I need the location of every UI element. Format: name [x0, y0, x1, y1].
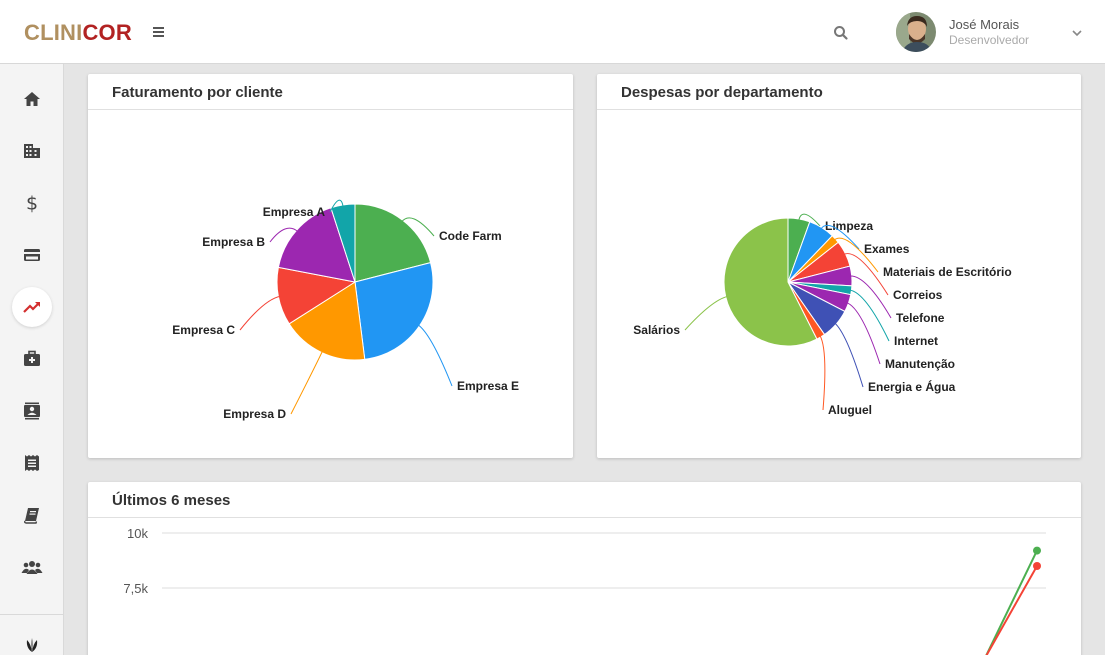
pie-leader-salarios — [684, 295, 728, 331]
despesas-card: Despesas por departamento Limpeza Exames M… — [597, 74, 1081, 458]
dollar-icon: $ — [26, 193, 38, 213]
card-title: Faturamento por cliente — [88, 74, 573, 110]
sidebar: $ — [0, 64, 64, 655]
medical-kit-icon — [24, 350, 40, 366]
sidebar-item-finance[interactable]: $ — [12, 183, 52, 223]
pie-leader-empresa-e — [417, 324, 453, 387]
top-bar: CLINICOR José Morais Desenvolvedor — [0, 0, 1105, 64]
building-icon — [24, 144, 40, 158]
pie-leader-empresa-d — [290, 350, 324, 415]
ultimos-meses-line-chart: 10k 7,5k — [123, 526, 1046, 655]
sidebar-item-plant[interactable] — [12, 625, 52, 655]
pie-label-empresa-e: Empresa E — [457, 379, 519, 393]
contacts-icon — [24, 402, 40, 420]
receipt-icon — [25, 455, 39, 471]
logo[interactable]: CLINICOR — [24, 20, 132, 46]
ultimos-meses-card: Últimos 6 meses 10k 7,5k — [88, 482, 1081, 655]
pie-label-manutencao: Manutenção — [885, 357, 955, 371]
pie-label-empresa-a: Empresa A — [263, 205, 326, 219]
book-icon — [23, 508, 39, 524]
pie-label-code-farm: Code Farm — [439, 229, 502, 243]
sidebar-item-contacts[interactable] — [12, 391, 52, 431]
sidebar-item-payments[interactable] — [12, 235, 52, 275]
sidebar-item-medical[interactable] — [12, 339, 52, 379]
faturamento-card: Faturamento por cliente Code Farm Empresa… — [88, 74, 573, 458]
series-point-0[interactable] — [1033, 546, 1041, 555]
svg-text:$: $ — [26, 193, 38, 213]
sidebar-item-reports[interactable] — [12, 287, 52, 327]
despesas-pie-chart: LimpezaExamesMateriais de EscritórioCorr… — [633, 213, 1012, 417]
pie-leader-telefone — [849, 275, 892, 319]
y-tick-label: 10k — [127, 526, 148, 541]
pie-label-salarios: Salários — [633, 323, 680, 337]
series-point-1[interactable] — [1033, 562, 1041, 570]
credit-card-icon — [24, 249, 40, 261]
home-icon — [24, 92, 40, 106]
pie-label-aluguel: Aluguel — [828, 403, 872, 417]
user-name[interactable]: José Morais — [949, 17, 1019, 32]
sidebar-item-home[interactable] — [12, 79, 52, 119]
sidebar-item-receipts[interactable] — [12, 443, 52, 483]
pie-label-empresa-d: Empresa D — [223, 407, 286, 421]
pie-label-empresa-b: Empresa B — [202, 235, 265, 249]
sidebar-divider — [0, 614, 64, 615]
chevron-down-icon[interactable] — [1070, 26, 1084, 40]
plant-icon — [26, 638, 38, 652]
pie-leader-manutencao — [846, 302, 881, 365]
group-icon — [21, 561, 43, 574]
pie-label-exames: Exames — [864, 242, 910, 256]
series-line-0 — [985, 550, 1038, 655]
pie-label-correios: Correios — [893, 288, 943, 302]
trending-up-icon — [23, 302, 40, 313]
pie-label-telefone: Telefone — [896, 311, 945, 325]
search-icon[interactable] — [832, 24, 850, 42]
pie-leader-internet — [849, 289, 890, 342]
pie-leader-aluguel — [819, 334, 826, 411]
y-tick-label: 7,5k — [123, 581, 148, 596]
sidebar-item-building[interactable] — [12, 131, 52, 171]
pie-leader-empresa-c — [239, 295, 281, 331]
logo-part1: CLINI — [24, 20, 83, 45]
pie-label-empresa-c: Empresa C — [172, 323, 235, 337]
card-title: Últimos 6 meses — [88, 482, 1081, 518]
pie-label-internet: Internet — [894, 334, 938, 348]
pie-label-energia-e-agua: Energia e Água — [868, 379, 956, 394]
logo-part2: COR — [82, 20, 132, 45]
faturamento-pie-chart: Code Farm Empresa E Empresa D Empresa C Empr… — [172, 199, 519, 421]
sidebar-item-book[interactable] — [12, 495, 52, 535]
sidebar-item-groups[interactable] — [12, 547, 52, 587]
card-title: Despesas por departamento — [597, 74, 1081, 110]
menu-icon[interactable] — [150, 22, 168, 42]
pie-label-materiais-de-escritorio: Materiais de Escritório — [883, 265, 1012, 279]
avatar[interactable] — [896, 12, 936, 52]
pie-leader-energia-e-agua — [834, 322, 864, 388]
user-role: Desenvolvedor — [949, 33, 1030, 47]
